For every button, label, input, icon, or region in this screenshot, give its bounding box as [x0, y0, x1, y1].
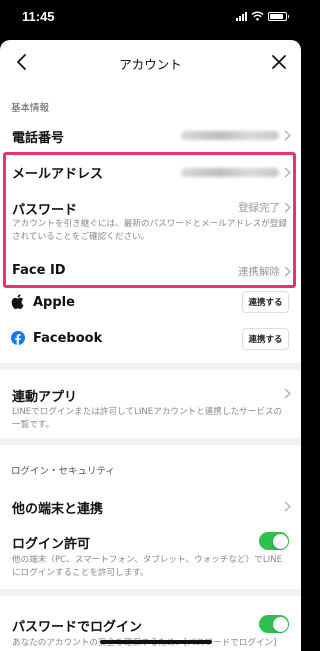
signal-icon [236, 11, 247, 21]
apple-icon [11, 294, 24, 309]
chevron-right-icon [284, 388, 291, 399]
facebook-link-button[interactable]: 連携する [242, 328, 289, 350]
login-permission-toggle[interactable] [259, 532, 289, 550]
linked-apps-label: 連動アプリ [12, 390, 78, 405]
home-indicator [100, 640, 212, 644]
status-time: 11:45 [22, 9, 55, 24]
password-login-toggle[interactable] [259, 615, 289, 633]
status-bar: 11:45 [0, 0, 301, 36]
section-divider [0, 438, 301, 445]
linked-apps-description: LINEでログインまたは許可してLINEアカウントと連携したサービスの一覧です。 [12, 407, 283, 430]
wifi-icon [251, 11, 264, 21]
chevron-right-icon [284, 266, 291, 277]
password-description: アカウントを引き継ぐには、最新のパスワードとメールアドレスが登録されていることを… [12, 219, 288, 242]
chevron-right-icon [284, 501, 291, 512]
email-value-blurred [181, 168, 279, 177]
chevron-right-icon [284, 130, 291, 141]
phone-value-blurred [181, 131, 279, 140]
header: アカウント [0, 40, 301, 84]
battery-icon [268, 11, 289, 21]
chevron-right-icon [284, 202, 291, 213]
status-icons [236, 11, 289, 21]
face-id-status: 連携解除 [238, 266, 280, 278]
login-permission-description: 他の端末（PC、スマートフォン、タブレット、ウォッチなど）でLINEにログインす… [12, 555, 283, 578]
section-divider [0, 589, 301, 596]
facebook-icon [11, 331, 25, 345]
account-sheet: アカウント 基本情報 電話番号 メールアドレス パスワード 登録完了 アカウント… [0, 40, 301, 651]
email-label: メールアドレス [12, 167, 104, 182]
facebook-label: Facebook [33, 331, 103, 346]
section-divider [0, 363, 301, 370]
chevron-right-icon [284, 167, 291, 178]
page-title: アカウント [119, 57, 182, 72]
phone-label: 電話番号 [12, 131, 65, 146]
section-basic-info: 基本情報 [11, 103, 50, 114]
section-login-security: ログイン・セキュリティ [11, 466, 115, 477]
other-devices-label: 他の端末と連携 [12, 502, 104, 517]
login-permission-label: ログイン許可 [12, 537, 91, 552]
password-label: パスワード [12, 203, 78, 218]
apple-label: Apple [33, 295, 75, 310]
face-id-label: Face ID [12, 263, 66, 278]
password-login-label: パスワードでログイン [12, 620, 143, 635]
apple-link-button[interactable]: 連携する [242, 291, 289, 313]
close-icon[interactable] [267, 50, 291, 74]
password-status: 登録完了 [238, 202, 280, 214]
